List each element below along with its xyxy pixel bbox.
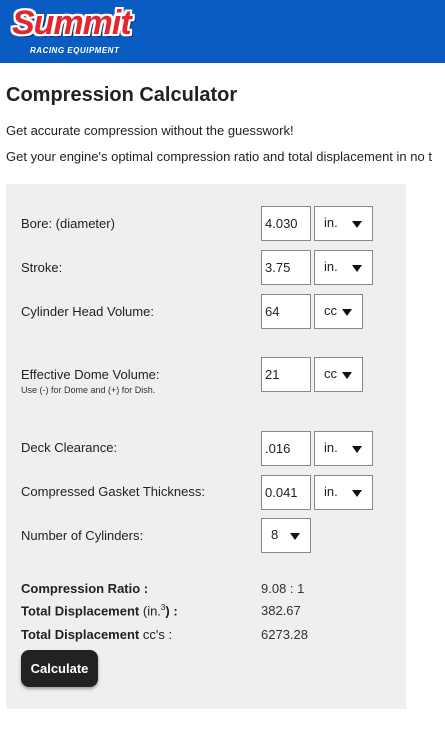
logo-tagline: RACING EQUIPMENT [30,46,120,55]
chevron-down-icon [290,533,300,540]
chevron-down-icon [352,490,362,497]
deck-clearance-unit-select[interactable]: in. [314,431,373,466]
bore-unit-value: in. [324,215,338,230]
cylinders-label: Number of Cylinders: [21,528,144,543]
deck-clearance-label: Deck Clearance: [21,440,118,455]
displacement-in-unit-open: (in. [142,603,161,619]
gasket-thickness-unit-select[interactable]: in. [314,475,373,510]
gasket-thickness-input[interactable] [261,475,311,510]
displacement-cc-label: Total Displacement cc's : [21,627,172,642]
head-volume-unit-select[interactable]: cc [314,294,363,329]
displacement-cc-label-text: Total Displacement [21,627,140,642]
intro-text-1: Get accurate compression without the gue… [6,123,294,138]
stroke-unit-value: in. [324,259,338,274]
summit-logo[interactable]: Summit RACING EQUIPMENT [10,4,134,58]
chevron-down-icon [352,446,362,453]
compression-ratio-label: Compression Ratio : [21,581,149,596]
chevron-down-icon [342,372,352,379]
intro-text-2: Get your engine's optimal compression ra… [6,149,432,164]
gasket-thickness-label: Compressed Gasket Thickness: [21,484,205,499]
calculate-button[interactable]: Calculate [21,650,98,687]
displacement-in-label: Total Displacement (in.3) : [21,603,178,618]
chevron-down-icon [342,309,352,316]
bore-input[interactable] [261,206,311,241]
chevron-down-icon [352,221,362,228]
cylinders-select[interactable]: 8 [261,518,311,553]
head-volume-label: Cylinder Head Volume: [21,304,154,319]
dome-volume-unit-select[interactable]: cc [314,357,363,392]
dome-volume-unit-value: cc [324,366,337,381]
gasket-thickness-unit-value: in. [324,484,338,499]
dome-volume-note: Use (-) for Dome and (+) for Dish. [21,385,156,395]
displacement-cc-value: 6273.28 [261,627,308,642]
bore-label: Bore: (diameter) [21,216,115,231]
cylinders-value: 8 [271,527,279,542]
stroke-input[interactable] [261,250,311,285]
displacement-in-label-text: Total Displacement [21,603,140,619]
page-title: Compression Calculator [6,84,238,106]
dome-volume-input[interactable] [261,357,311,392]
logo-wordmark: Summit [12,4,132,42]
displacement-in-value: 382.67 [261,603,301,618]
bore-unit-select[interactable]: in. [314,206,373,241]
deck-clearance-unit-value: in. [324,440,338,455]
dome-volume-label: Effective Dome Volume: [21,367,160,382]
deck-clearance-input[interactable] [261,431,311,466]
head-volume-unit-value: cc [324,303,337,318]
chevron-down-icon [352,265,362,272]
displacement-in-unit-close: ) : [165,603,178,619]
displacement-cc-unit: cc's : [142,627,173,642]
compression-ratio-value: 9.08 : 1 [261,581,305,596]
stroke-label: Stroke: [21,260,63,275]
stroke-unit-select[interactable]: in. [314,250,373,285]
head-volume-input[interactable] [261,294,311,329]
site-header: Summit RACING EQUIPMENT [0,0,445,63]
